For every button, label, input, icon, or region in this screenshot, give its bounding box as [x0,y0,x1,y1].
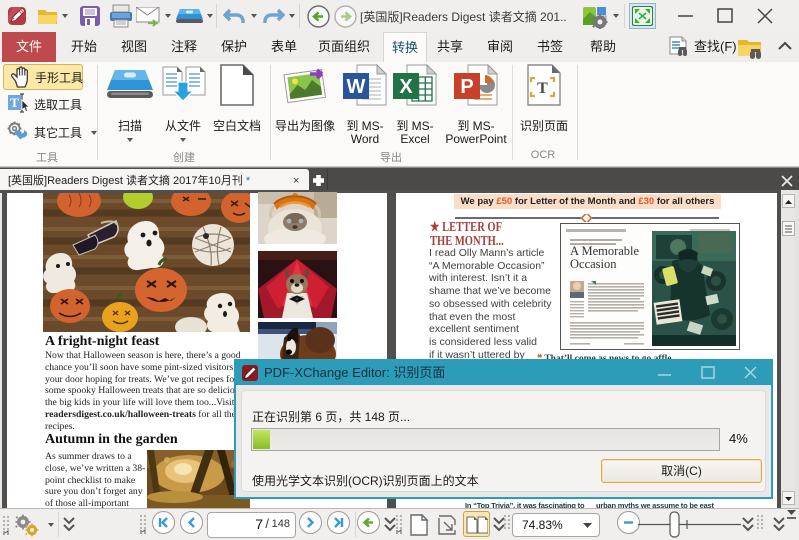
svg-text:Occasion: Occasion [570,257,617,271]
svg-text:W: W [347,76,366,98]
svg-text:P: P [460,76,473,98]
svg-text:A Memorable: A Memorable [570,244,640,258]
svg-text:T: T [10,95,19,110]
svg-text:X: X [399,76,413,98]
svg-text:T: T [537,80,548,97]
